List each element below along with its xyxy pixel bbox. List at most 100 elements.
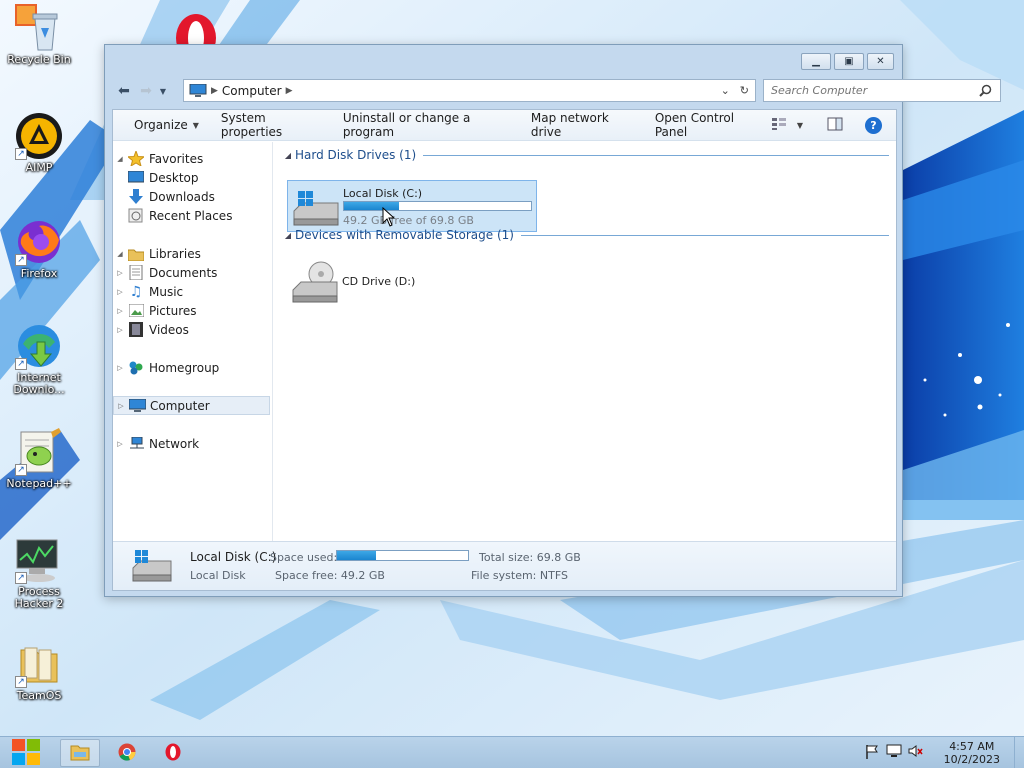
nav-item-recent-places[interactable]: Recent Places bbox=[113, 206, 270, 225]
volume-muted-icon[interactable] bbox=[908, 743, 924, 759]
expand-arrow-icon[interactable]: ▷ bbox=[113, 307, 127, 315]
desktop-icon-label: Internet Downlo... bbox=[13, 371, 65, 396]
search-box[interactable] bbox=[763, 79, 1001, 102]
collapse-arrow-icon[interactable]: ◢ bbox=[113, 250, 127, 258]
close-button[interactable]: ✕ bbox=[867, 53, 894, 70]
firefox-icon: ↗ bbox=[15, 218, 63, 266]
collapse-group-icon[interactable]: ◢ bbox=[281, 151, 295, 160]
desktop-icon-label: Process Hacker 2 bbox=[14, 585, 64, 610]
drive-name: Local Disk (C:) bbox=[343, 187, 423, 200]
nav-item-videos[interactable]: ▷ Videos bbox=[113, 320, 270, 339]
caption-buttons: ▁ ▣ ✕ bbox=[801, 53, 894, 70]
system-clock[interactable]: 4:57 AM 10/2/2023 bbox=[944, 740, 1000, 766]
nav-item-documents[interactable]: ▷ Documents bbox=[113, 263, 270, 282]
desktop-icon-process-hacker[interactable]: ↗ Process Hacker 2 bbox=[1, 536, 77, 610]
taskbar-file-explorer[interactable] bbox=[60, 739, 100, 767]
nav-item-network[interactable]: ▷ Network bbox=[113, 434, 270, 453]
network-status-icon[interactable] bbox=[886, 743, 902, 759]
address-bar[interactable]: ▶ Computer ▶ ⌄ ↻ bbox=[183, 79, 756, 102]
nav-item-homegroup[interactable]: ▷ Homegroup bbox=[113, 358, 270, 377]
collapse-group-icon[interactable]: ◢ bbox=[281, 231, 295, 240]
close-icon: ✕ bbox=[876, 56, 885, 67]
show-desktop-button[interactable] bbox=[1014, 737, 1024, 768]
clock-date: 10/2/2023 bbox=[943, 753, 1000, 766]
nav-item-music[interactable]: ▷ ♫ Music bbox=[113, 282, 270, 301]
expand-arrow-icon[interactable]: ▷ bbox=[114, 402, 128, 410]
maximize-button[interactable]: ▣ bbox=[834, 53, 864, 70]
shortcut-arrow-icon: ↗ bbox=[15, 148, 27, 160]
expand-arrow-icon[interactable]: ▷ bbox=[113, 326, 127, 334]
nav-item-label: Favorites bbox=[149, 151, 204, 166]
view-options-dropdown-icon[interactable]: ▼ bbox=[797, 121, 803, 130]
search-input[interactable] bbox=[771, 84, 971, 97]
shortcut-arrow-icon: ↗ bbox=[15, 572, 27, 584]
expand-arrow-icon[interactable]: ▷ bbox=[113, 288, 127, 296]
chevron-down-icon: ▼ bbox=[159, 86, 167, 96]
drive-item-local-disk-c[interactable]: Local Disk (C:) 49.2 GB free of 69.8 GB bbox=[287, 180, 537, 232]
desktop-icon-teamos[interactable]: ↗ TeamOS bbox=[1, 640, 77, 702]
help-icon[interactable]: ? bbox=[865, 116, 882, 134]
process-hacker-icon: ↗ bbox=[15, 536, 63, 584]
expand-arrow-icon[interactable]: ▷ bbox=[113, 440, 127, 448]
desktop-icon-recycle-bin[interactable]: Recycle Bin bbox=[1, 4, 77, 66]
system-properties-button[interactable]: System properties bbox=[210, 110, 332, 141]
items-pane: ◢ Hard Disk Drives (1) Local Disk (C:) 4… bbox=[281, 142, 896, 542]
maximize-icon: ▣ bbox=[844, 56, 854, 67]
nav-item-downloads[interactable]: Downloads bbox=[113, 187, 270, 206]
nav-item-pictures[interactable]: ▷ Pictures bbox=[113, 301, 270, 320]
drive-item-cd-drive-d[interactable]: CD Drive (D:) bbox=[287, 260, 537, 306]
taskbar: 4:57 AM 10/2/2023 bbox=[0, 736, 1024, 768]
desktop-icon-notepad-plus-plus[interactable]: ↗ Notepad++ bbox=[1, 428, 77, 490]
network-icon bbox=[127, 436, 145, 452]
recent-locations-button[interactable]: ▼ bbox=[157, 80, 169, 102]
refresh-icon[interactable]: ↻ bbox=[740, 84, 749, 97]
details-pane: Local Disk (C:) Local Disk Space used: S… bbox=[113, 541, 896, 590]
action-center-flag-icon[interactable] bbox=[864, 743, 880, 759]
forward-arrow-icon: ➡ bbox=[140, 83, 152, 99]
details-usage-fill bbox=[337, 551, 376, 560]
expand-arrow-icon[interactable]: ▷ bbox=[113, 364, 127, 372]
cd-drive-icon bbox=[291, 260, 339, 307]
expand-arrow-icon[interactable]: ▷ bbox=[113, 269, 127, 277]
group-header-hard-disk-drives[interactable]: ◢ Hard Disk Drives (1) bbox=[281, 146, 889, 164]
open-control-panel-button[interactable]: Open Control Panel bbox=[644, 110, 771, 141]
taskbar-chrome[interactable] bbox=[107, 739, 147, 767]
breadcrumb-separator-icon[interactable]: ▶ bbox=[211, 86, 218, 96]
breadcrumb-computer[interactable]: Computer bbox=[222, 84, 282, 98]
uninstall-program-button[interactable]: Uninstall or change a program bbox=[332, 110, 520, 141]
nav-item-desktop[interactable]: Desktop bbox=[113, 168, 270, 187]
taskbar-opera[interactable] bbox=[153, 739, 193, 767]
nav-item-label: Pictures bbox=[149, 303, 197, 318]
hard-drive-icon bbox=[292, 189, 340, 230]
details-space-free: Space free: 49.2 GB bbox=[275, 569, 385, 582]
minimize-button[interactable]: ▁ bbox=[801, 53, 831, 70]
desktop-icon-internet-download-manager[interactable]: ↗ Internet Downlo... bbox=[1, 322, 77, 396]
organize-label: Organize bbox=[134, 118, 188, 132]
desktop-icon-label: Notepad++ bbox=[6, 477, 72, 490]
details-usage-bar bbox=[336, 550, 469, 561]
preview-pane-icon[interactable] bbox=[827, 117, 843, 134]
desktop-icon-firefox[interactable]: ↗ Firefox bbox=[1, 218, 77, 280]
pictures-icon bbox=[127, 303, 145, 319]
nav-item-favorites[interactable]: ◢ Favorites bbox=[113, 149, 270, 168]
address-history-dropdown-icon[interactable]: ⌄ bbox=[721, 84, 730, 97]
explorer-window: ▁ ▣ ✕ ⬅ ➡ ▼ ▶ Computer ▶ ⌄ ↻ Search Comp… bbox=[104, 44, 1001, 597]
group-header-removable-storage[interactable]: ◢ Devices with Removable Storage (1) bbox=[281, 226, 889, 244]
organize-button[interactable]: Organize ▼ bbox=[123, 110, 210, 141]
file-explorer-icon bbox=[70, 743, 90, 764]
collapse-arrow-icon[interactable]: ◢ bbox=[113, 155, 127, 163]
back-button[interactable]: ⬅ bbox=[113, 80, 135, 102]
breadcrumb-separator-icon[interactable]: ▶ bbox=[286, 86, 293, 96]
computer-icon bbox=[128, 398, 146, 414]
start-button[interactable] bbox=[10, 738, 42, 768]
drive-name: CD Drive (D:) bbox=[342, 275, 416, 288]
nav-item-computer[interactable]: ▷ Computer bbox=[113, 396, 270, 415]
search-icon[interactable] bbox=[979, 84, 992, 100]
desktop-icon-label: AIMP bbox=[25, 161, 53, 174]
map-network-drive-button[interactable]: Map network drive bbox=[520, 110, 644, 141]
desktop-icon-aimp[interactable]: ↗ AIMP bbox=[1, 112, 77, 174]
nav-item-libraries[interactable]: ◢ Libraries bbox=[113, 244, 270, 263]
forward-button[interactable]: ➡ bbox=[135, 80, 157, 102]
internet-download-manager-icon: ↗ bbox=[15, 322, 63, 370]
change-view-icon[interactable] bbox=[771, 117, 787, 134]
